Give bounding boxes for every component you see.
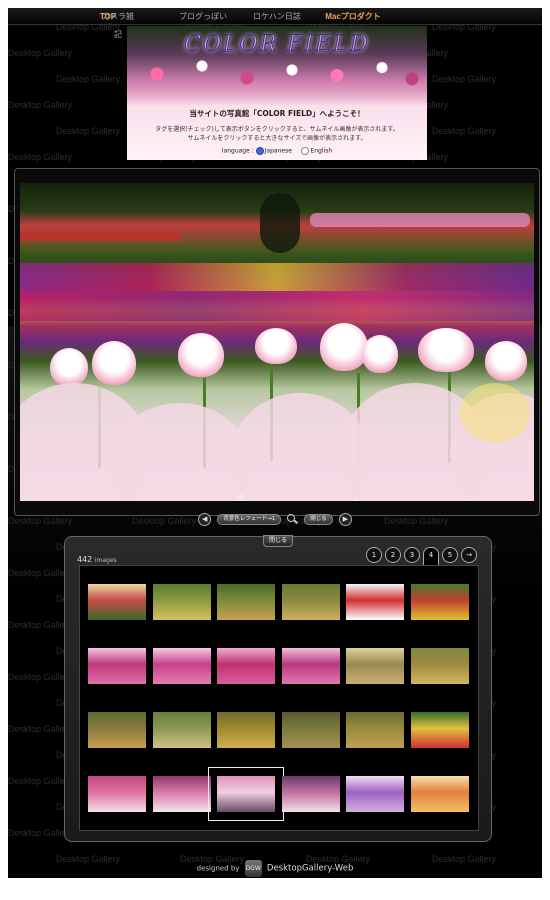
watermark-text: Desktop Gallery <box>8 620 73 630</box>
page-5-button[interactable]: 5 <box>442 547 458 563</box>
thumbnail[interactable] <box>217 712 275 748</box>
watermark-text: Desktop Gallery <box>432 126 497 136</box>
watermark-text: Desktop Gallery <box>8 48 73 58</box>
watermark-text: Desktop Gallery <box>432 74 497 84</box>
thumbnail[interactable] <box>152 776 211 812</box>
intro-text: タグを選択(チェック)して表示ボタンをクリックすると、サムネイル画像が表示されま… <box>127 125 427 143</box>
gallery-close-button[interactable]: 閉じる <box>263 535 294 547</box>
top-nav: TOP カメラ雑記 ブログっぽい ロケハン日誌 Macプロダクト <box>8 8 542 39</box>
hero-banner: COLOR FIELD 当サイトの写真館「COLOR FIELD」へようこそ！ … <box>127 26 427 160</box>
intro-line-1: タグを選択(チェック)して表示ボタンをクリックすると、サムネイル画像が表示されま… <box>155 126 399 133</box>
viewer-controls: ◀ 背景色レフェード→1 閉じる ▶ <box>8 512 542 526</box>
next-button[interactable]: ▶ <box>338 512 352 526</box>
main-photo[interactable] <box>20 183 534 501</box>
image-count-unit: images <box>94 557 117 564</box>
thumbnail[interactable] <box>88 776 146 812</box>
nav-item-camera[interactable]: カメラ雑記 <box>100 8 136 39</box>
thumbnail[interactable] <box>410 648 469 684</box>
thumbnail[interactable] <box>410 776 469 812</box>
lang-english-label: English <box>310 147 333 155</box>
thumbnail-gallery: 閉じる 442 images 1 2 3 4 5 → <box>64 535 492 842</box>
dgw-logo-icon: DGW <box>244 860 262 877</box>
thumbnail[interactable] <box>281 776 340 812</box>
thumbnail[interactable] <box>217 648 275 684</box>
designed-by-label: designed by <box>196 864 240 873</box>
thumbnail[interactable] <box>152 712 211 748</box>
welcome-text: 当サイトの写真館「COLOR FIELD」へようこそ！ <box>189 109 365 118</box>
thumbnail[interactable] <box>346 648 404 684</box>
thumbnail[interactable] <box>346 584 404 620</box>
nav-item-blog[interactable]: ブログっぽい <box>173 8 233 26</box>
page-1-button[interactable]: 1 <box>366 547 382 563</box>
watermark-text: Desktop Gallery <box>8 724 73 734</box>
watermark-text: Desktop Gallery <box>8 776 73 786</box>
radio-english[interactable] <box>301 147 310 155</box>
pagination: 1 2 3 4 5 → <box>366 547 477 566</box>
thumbnail[interactable] <box>208 767 284 821</box>
watermark-text: Desktop Gallery <box>8 828 73 838</box>
intro-line-2: サムネイルをクリックすると大きなサイズで画像が表示されます。 <box>187 135 367 142</box>
next-icon: ▶ <box>342 514 348 523</box>
watermark-text: Desktop Gallery <box>8 672 73 682</box>
language-selector: language : Japanese English <box>127 147 427 155</box>
thumbnail[interactable] <box>410 584 469 620</box>
page-4-button[interactable]: 4 <box>423 547 439 566</box>
next-page-button[interactable]: → <box>461 547 477 563</box>
thumbnail[interactable] <box>281 712 340 748</box>
slideshow-button[interactable]: 背景色レフェード→1 <box>217 513 282 525</box>
page-stage: Desktop Gallery Desktop Gallery Desktop Ga… <box>8 8 542 878</box>
page-3-button[interactable]: 3 <box>404 547 420 563</box>
page-2-button[interactable]: 2 <box>385 547 401 563</box>
prev-button[interactable]: ◀ <box>198 512 212 526</box>
thumbnail[interactable] <box>281 584 340 620</box>
footer: designed by DGW DesktopGallery-Web <box>8 860 542 877</box>
thumbnail[interactable] <box>88 648 146 684</box>
viewer-close-button[interactable]: 閉じる <box>304 513 333 525</box>
thumbnail[interactable] <box>152 584 211 620</box>
watermark-text: Desktop Gallery <box>8 100 73 110</box>
thumbnail[interactable] <box>346 776 404 812</box>
thumbnail[interactable] <box>410 712 469 748</box>
watermark-text: Desktop Gallery <box>56 74 121 84</box>
image-count-value: 442 <box>77 555 93 564</box>
thumbnail-grid <box>79 565 479 831</box>
thumbnail[interactable] <box>346 712 404 748</box>
image-count: 442 images <box>77 555 117 564</box>
site-title: COLOR FIELD <box>184 32 370 58</box>
thumbnail[interactable] <box>217 584 275 620</box>
watermark-text: Desktop Gallery <box>8 152 73 162</box>
radio-japanese[interactable] <box>255 147 264 155</box>
nav-item-mac[interactable]: Macプロダクト <box>323 8 383 26</box>
thumbnail[interactable] <box>152 648 211 684</box>
watermark-text: Desktop Gallery <box>56 126 121 136</box>
lang-japanese-label: Japanese <box>264 147 292 155</box>
language-label: language : <box>221 147 254 155</box>
prev-icon: ◀ <box>201 514 208 523</box>
photo-viewer <box>14 168 540 516</box>
zoom-icon[interactable] <box>287 513 298 525</box>
thumbnail[interactable] <box>281 648 340 684</box>
thumbnail[interactable] <box>88 584 146 620</box>
nav-item-location[interactable]: ロケハン日誌 <box>247 8 307 26</box>
footer-brand[interactable]: DesktopGallery-Web <box>267 864 353 874</box>
thumbnail[interactable] <box>88 712 146 748</box>
